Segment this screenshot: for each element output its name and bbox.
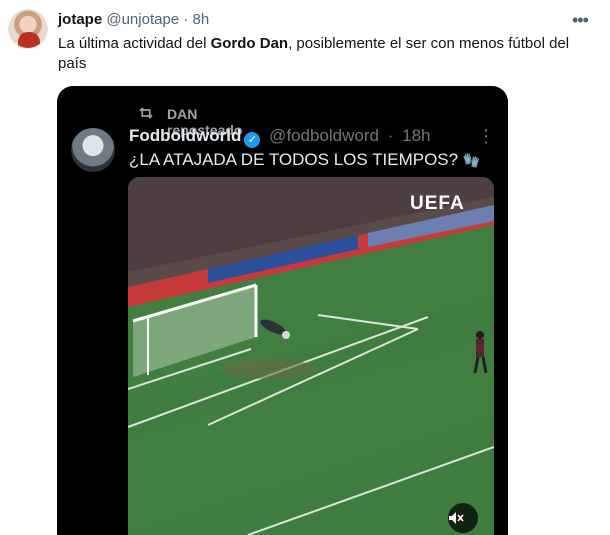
quoted-separator: · — [387, 126, 394, 145]
verified-badge-icon: ✓ — [244, 132, 261, 148]
avatar[interactable] — [8, 9, 48, 49]
tweet[interactable]: jotape @unjotape · 8h ••• La última acti… — [0, 0, 610, 535]
repost-icon — [137, 104, 155, 122]
author-name[interactable]: jotape — [58, 11, 102, 28]
tweet-header: jotape @unjotape · 8h — [58, 11, 209, 28]
timestamp[interactable]: 8h — [192, 11, 209, 28]
quoted-more-icon[interactable]: ⋮ — [477, 126, 495, 147]
embedded-post[interactable]: DAN reposteado Fodboldworld ✓ @fodboldwor… — [57, 86, 508, 535]
video-frame — [128, 177, 494, 535]
quoted-header: Fodboldworld ✓ @fodboldword · 18h — [129, 126, 431, 148]
quoted-avatar[interactable] — [71, 128, 115, 172]
quoted-text-content: ¿LA ATAJADA DE TODOS LOS TIEMPOS? — [129, 150, 459, 169]
quoted-author-handle[interactable]: @fodboldword — [269, 126, 379, 145]
author-handle[interactable]: @unjotape — [106, 11, 179, 28]
separator: · — [183, 11, 189, 28]
mute-icon[interactable] — [448, 503, 478, 533]
gloves-icon: 🧤 — [462, 152, 481, 168]
tweet-text-start: La última actividad del — [58, 35, 211, 52]
quoted-text: ¿LA ATAJADA DE TODOS LOS TIEMPOS? 🧤 — [129, 150, 480, 170]
uefa-watermark: UEFA — [410, 193, 465, 214]
quoted-author-name[interactable]: Fodboldworld — [129, 126, 241, 145]
more-icon[interactable]: ••• — [572, 10, 589, 31]
quoted-timestamp[interactable]: 18h — [402, 126, 430, 145]
tweet-text-bold: Gordo Dan — [210, 35, 289, 52]
video-player[interactable]: UEFA — [128, 177, 494, 535]
tweet-text: La última actividad del Gordo Dan, posib… — [58, 34, 598, 74]
